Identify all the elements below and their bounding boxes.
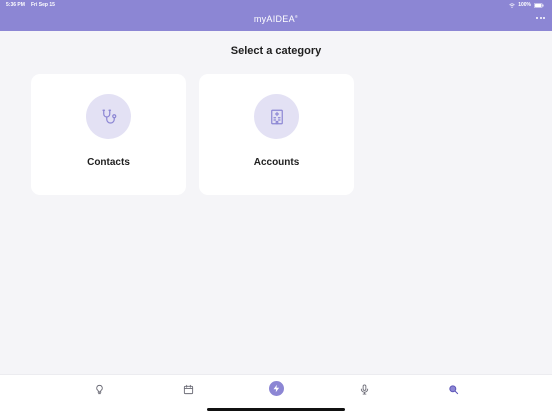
microphone-icon [360, 383, 368, 395]
app-title-text: myAIDEA [253, 14, 295, 24]
more-icon-dot [539, 17, 542, 19]
wifi-icon [509, 2, 515, 8]
more-icon-dot [543, 17, 545, 19]
tab-ideas[interactable] [92, 382, 106, 396]
home-indicator [207, 408, 345, 411]
tab-bar [0, 374, 552, 414]
category-icon-circle [86, 94, 131, 139]
app-title: myAIDEA® [0, 14, 552, 24]
more-icon-dot [536, 17, 538, 19]
lightbulb-icon [95, 384, 103, 394]
tab-search[interactable] [446, 382, 460, 396]
status-date: Fri Sep 15 [31, 2, 55, 8]
search-icon [448, 384, 458, 394]
tab-voice[interactable] [357, 382, 371, 396]
more-button[interactable] [536, 15, 546, 21]
category-icon-circle [254, 94, 299, 139]
stethoscope-icon [101, 109, 116, 124]
calendar-icon [183, 384, 193, 394]
category-label: Contacts [87, 157, 130, 168]
lightning-icon [273, 384, 280, 393]
tab-actions[interactable] [269, 381, 284, 396]
tab-calendar[interactable] [181, 382, 195, 396]
status-time: 5:36 PM [6, 2, 25, 8]
page-title: Select a category [230, 45, 322, 57]
trademark-symbol: ® [294, 14, 299, 19]
status-indicators: 100% [509, 2, 544, 8]
battery-percent: 100% [518, 2, 531, 8]
category-card-contacts[interactable]: Contacts [31, 74, 186, 195]
app-header: 5:36 PM Fri Sep 15 100% myAIDEA® [0, 0, 552, 31]
hospital-icon [270, 109, 283, 124]
category-card-accounts[interactable]: Accounts [199, 74, 354, 195]
category-label: Accounts [253, 157, 300, 168]
battery-icon [534, 2, 544, 8]
